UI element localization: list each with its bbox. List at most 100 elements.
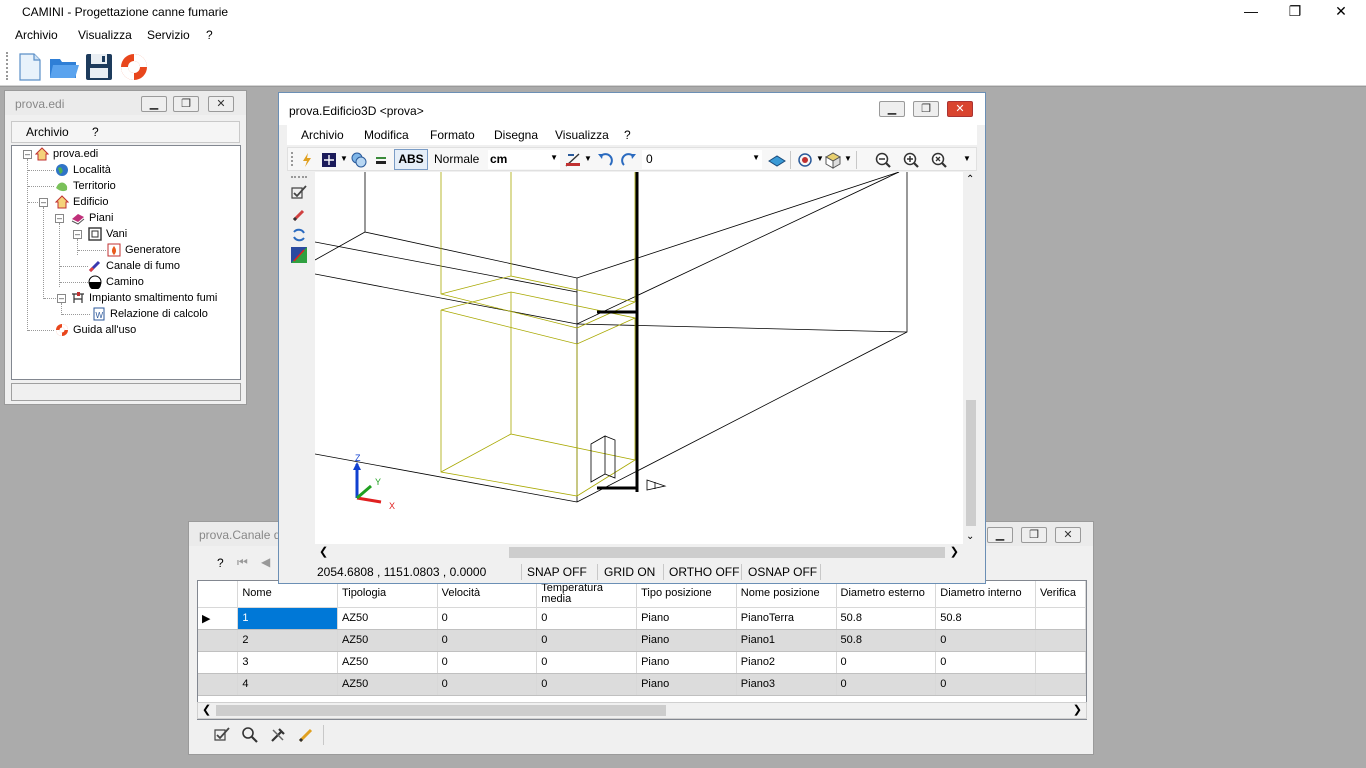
table-cell[interactable]: Piano1 — [736, 629, 837, 652]
select-check-icon[interactable] — [290, 184, 308, 202]
tree-item-impianto-smaltimento-fumi[interactable]: Impianto smaltimento fumi — [71, 291, 217, 307]
pencil-icon[interactable] — [297, 726, 315, 744]
viewport-scroll-thumb-h[interactable] — [509, 547, 945, 558]
table-cell[interactable]: 0 — [836, 673, 937, 696]
tree-item-territorio[interactable]: Territorio — [55, 179, 116, 195]
table-cell[interactable] — [1035, 673, 1086, 696]
tree-collapse-piani[interactable]: – — [55, 214, 64, 223]
row-header-current[interactable]: ▶ — [198, 607, 239, 630]
layers-icon[interactable] — [350, 151, 368, 169]
w3d-restore-button[interactable]: ❐ — [913, 101, 939, 117]
column-header[interactable]: Nome posizione — [736, 581, 837, 608]
table-row[interactable]: 2 AZ50 0 0 Piano Piano1 50.8 0 — [198, 629, 1086, 652]
table-cell[interactable]: 0 — [935, 651, 1036, 674]
tree-collapse-vani[interactable]: – — [73, 230, 82, 239]
w3d-close-button[interactable]: ✕ — [947, 101, 973, 117]
row-header[interactable] — [198, 651, 239, 674]
orbit-dropdown-icon[interactable]: ▼ — [816, 154, 824, 163]
zoom-extents-icon[interactable] — [930, 151, 948, 169]
viewport-vertical-scrollbar[interactable]: ⌃ ⌄ — [963, 172, 979, 544]
menu-servizio[interactable]: Servizio — [147, 28, 190, 42]
tree-collapse-edificio[interactable]: – — [39, 198, 48, 207]
table-cell[interactable]: 0 — [437, 673, 538, 696]
table-cell[interactable]: 0 — [536, 673, 638, 696]
plane-view-icon[interactable] — [768, 151, 786, 169]
table-row[interactable]: 4 AZ50 0 0 Piano Piano3 0 0 — [198, 673, 1086, 696]
column-header[interactable]: Velocità — [437, 581, 538, 608]
redo-icon[interactable] — [620, 151, 638, 169]
scroll-right-icon[interactable]: ❯ — [1073, 703, 1082, 716]
table-cell[interactable]: 1 — [237, 607, 338, 630]
zoom-icon[interactable] — [241, 726, 259, 744]
tree-menu-archivio[interactable]: Archivio — [26, 125, 69, 139]
menu-visualizza[interactable]: Visualizza — [78, 28, 132, 42]
table-cell[interactable]: Piano — [636, 607, 737, 630]
minimize-button[interactable]: — — [1228, 0, 1274, 24]
tree-item-generatore[interactable]: Generatore — [107, 243, 181, 259]
menu-archivio[interactable]: Archivio — [15, 28, 58, 42]
table-cell[interactable]: 0 — [536, 651, 638, 674]
table-cell[interactable]: 0 — [437, 607, 538, 630]
previous-record-icon[interactable]: ◀ — [261, 555, 270, 569]
tree-item-prova-edi[interactable]: prova.edi — [35, 147, 98, 163]
undo-icon[interactable] — [596, 151, 614, 169]
table-cell[interactable]: AZ50 — [337, 629, 438, 652]
toolbar-grip[interactable] — [6, 52, 9, 80]
table-cell[interactable]: 0 — [836, 651, 937, 674]
menu-help[interactable]: ? — [206, 28, 213, 42]
drawing-viewport[interactable]: Z Y X — [315, 172, 963, 544]
tree-menu-help[interactable]: ? — [92, 125, 99, 139]
table-cell[interactable]: 4 — [237, 673, 338, 696]
w3d-menu-archivio[interactable]: Archivio — [301, 128, 344, 142]
scroll-left-icon[interactable]: ❮ — [202, 703, 211, 716]
toolbar-overflow-icon[interactable]: ▼ — [963, 154, 971, 163]
table-cell[interactable]: AZ50 — [337, 607, 438, 630]
first-record-icon[interactable]: ⏮ — [237, 555, 248, 570]
row-header[interactable] — [198, 673, 239, 696]
view-dropdown-icon[interactable]: ▼ — [844, 154, 852, 163]
column-header[interactable]: Tipo posizione — [636, 581, 737, 608]
table-cell[interactable]: 2 — [237, 629, 338, 652]
unit-dropdown[interactable]: cm ▼ — [488, 150, 560, 169]
tree-item-camino[interactable]: Camino — [88, 275, 144, 291]
restore-button[interactable]: ❐ — [1272, 0, 1318, 24]
table-row[interactable]: 3 AZ50 0 0 Piano Piano2 0 0 — [198, 651, 1086, 674]
scroll-down-icon[interactable]: ⌄ — [966, 531, 974, 542]
tree-restore-button[interactable]: ❐ — [173, 96, 199, 112]
zoom-out-icon[interactable] — [874, 151, 892, 169]
tree-item-localita[interactable]: Località — [55, 163, 111, 179]
table-cell[interactable]: 0 — [935, 629, 1036, 652]
column-header[interactable]: Tipologia — [337, 581, 438, 608]
table-cell[interactable]: Piano — [636, 629, 737, 652]
refresh-icon[interactable] — [290, 226, 308, 244]
ortho-status[interactable]: ORTHO OFF — [669, 565, 739, 579]
table-cell[interactable] — [1035, 651, 1086, 674]
table-cell[interactable]: Piano3 — [736, 673, 837, 696]
column-header[interactable]: Nome — [237, 581, 338, 608]
w3d-menu-visualizza[interactable]: Visualizza — [555, 128, 609, 142]
grid-scroll-thumb[interactable] — [216, 705, 666, 716]
w3d-menu-modifica[interactable]: Modifica — [364, 128, 409, 142]
tree-item-canale-di-fumo[interactable]: Canale di fumo — [88, 259, 180, 275]
tree-item-relazione-di-calcolo[interactable]: W Relazione di calcolo — [92, 307, 208, 323]
column-header[interactable]: Diametro esterno — [836, 581, 937, 608]
table-cell[interactable]: 0 — [437, 629, 538, 652]
open-folder-icon[interactable] — [48, 51, 80, 83]
line-weight-icon[interactable] — [372, 151, 390, 169]
help-lifebuoy-icon[interactable] — [118, 51, 150, 83]
snap-dropdown-icon[interactable]: ▼ — [340, 154, 348, 163]
table-cell[interactable]: 0 — [935, 673, 1036, 696]
layer-dropdown[interactable]: 0 ▼ — [642, 150, 762, 169]
save-disk-icon[interactable] — [83, 51, 115, 83]
text-style-label[interactable]: Normale — [434, 152, 479, 166]
w3d-minimize-button[interactable]: ▁ — [879, 101, 905, 117]
close-button[interactable]: ✕ — [1318, 0, 1364, 24]
tree-close-button[interactable]: ✕ — [208, 96, 234, 112]
tree-item-edificio[interactable]: Edificio — [55, 195, 108, 211]
viewport-horizontal-scrollbar[interactable]: ❮ ❯ — [315, 544, 963, 561]
grid-close-button[interactable]: ✕ — [1055, 527, 1081, 543]
tools-icon[interactable] — [269, 726, 287, 744]
dimension-dropdown-icon[interactable]: ▼ — [584, 154, 592, 163]
table-cell[interactable]: Piano2 — [736, 651, 837, 674]
grid-restore-button[interactable]: ❐ — [1021, 527, 1047, 543]
